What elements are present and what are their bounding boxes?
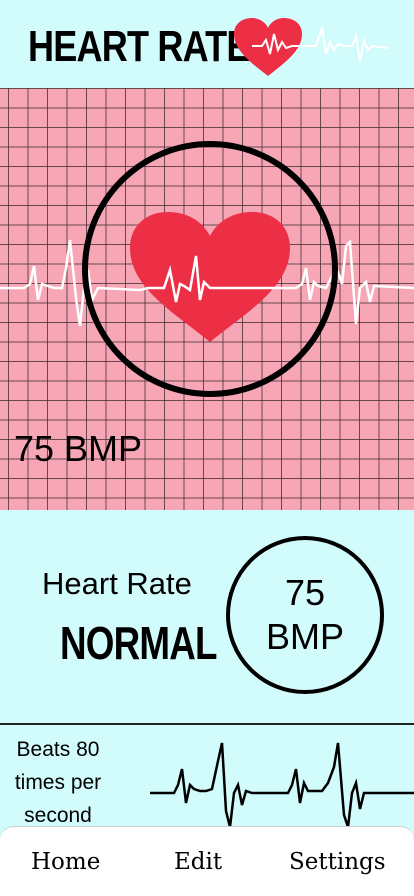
nav-edit[interactable]: Edit bbox=[174, 849, 222, 875]
heart-monitor-panel: 75 BMP bbox=[0, 88, 414, 510]
beats-line-2: times per bbox=[14, 771, 102, 794]
beats-panel: Beats 80 times per second bbox=[0, 725, 414, 830]
bpm-number: 75 bbox=[284, 572, 326, 613]
bpm-unit: BMP bbox=[265, 616, 344, 657]
heart-pulse-icon bbox=[234, 18, 389, 76]
nav-settings[interactable]: Settings bbox=[289, 849, 386, 875]
bpm-readout: 75 BMP bbox=[14, 428, 143, 469]
page-title: HEART RATE bbox=[28, 22, 250, 71]
bottom-nav: Home Edit Settings bbox=[0, 826, 414, 896]
beats-description: Beats 80 times per second bbox=[6, 733, 110, 832]
status-panel: Heart Rate NORMAL 75 BMP bbox=[0, 512, 414, 724]
bpm-circle: 75 BMP bbox=[226, 536, 384, 694]
heart-rate-label: Heart Rate bbox=[42, 566, 192, 601]
nav-home[interactable]: Home bbox=[31, 849, 100, 875]
heart-rate-status: NORMAL bbox=[60, 617, 217, 669]
app-header: HEART RATE bbox=[0, 0, 414, 88]
ecg-mini-waveform bbox=[150, 742, 414, 827]
beats-line-1: Beats 80 bbox=[16, 738, 100, 761]
heart-icon bbox=[130, 212, 290, 342]
